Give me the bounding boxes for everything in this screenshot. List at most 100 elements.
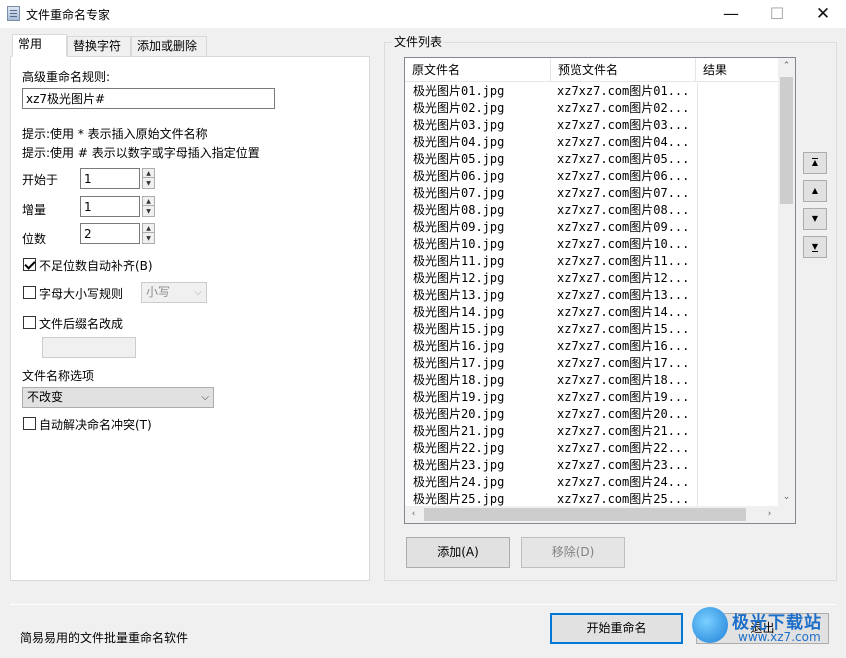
spin-up-icon[interactable]: ▲ [143, 169, 154, 178]
spin-down-icon[interactable]: ▼ [143, 207, 154, 216]
table-row[interactable]: 极光图片03.jpg xz7xz7.com图片03... [405, 117, 778, 134]
result-cell [697, 406, 777, 423]
original-name-cell: 极光图片15.jpg [413, 322, 505, 336]
digits-input[interactable] [80, 223, 140, 244]
start-spinner[interactable]: ▲ ▼ [142, 168, 155, 189]
preview-name-cell: xz7xz7.com图片15... [557, 322, 690, 336]
ext-input[interactable] [42, 337, 136, 358]
original-name-cell: 极光图片21.jpg [413, 424, 505, 438]
original-name-cell: 极光图片09.jpg [413, 220, 505, 234]
tab-add-or-delete[interactable]: 添加或删除 [131, 36, 207, 57]
remove-button[interactable]: 移除(D) [521, 537, 625, 568]
table-row[interactable]: 极光图片24.jpg xz7xz7.com图片24... [405, 474, 778, 491]
digits-spinner[interactable]: ▲ ▼ [142, 223, 155, 244]
table-row[interactable]: 极光图片12.jpg xz7xz7.com图片12... [405, 270, 778, 287]
table-row[interactable]: 极光图片06.jpg xz7xz7.com图片06... [405, 168, 778, 185]
tab-replace-chars[interactable]: 替换字符 [67, 36, 131, 57]
chevron-down-icon: ⌵ [201, 392, 209, 403]
name-option-value: 不改变 [27, 390, 64, 404]
file-list-view[interactable]: 原文件名 预览文件名 结果 极光图片01.jpg xz7xz7.com图片01..… [404, 57, 796, 524]
original-name-cell: 极光图片16.jpg [413, 339, 505, 353]
digits-label: 位数 [22, 232, 47, 246]
original-name-cell: 极光图片19.jpg [413, 390, 505, 404]
preview-name-cell: xz7xz7.com图片01... [557, 84, 690, 98]
table-row[interactable]: 极光图片11.jpg xz7xz7.com图片11... [405, 253, 778, 270]
scroll-right-icon[interactable]: › [761, 506, 778, 523]
result-cell [697, 440, 777, 457]
status-text: 简易易用的文件批量重命名软件 [20, 631, 189, 645]
step-spinner[interactable]: ▲ ▼ [142, 196, 155, 217]
table-row[interactable]: 极光图片13.jpg xz7xz7.com图片13... [405, 287, 778, 304]
scroll-left-icon[interactable]: ‹ [405, 506, 422, 523]
preview-name-cell: xz7xz7.com图片17... [557, 356, 690, 370]
table-row[interactable]: 极光图片08.jpg xz7xz7.com图片08... [405, 202, 778, 219]
title-bar: 文件重命名专家 — ☐ ✕ [0, 0, 846, 28]
result-cell [697, 321, 777, 338]
result-cell [697, 355, 777, 372]
pad-digits-checkbox[interactable] [23, 258, 36, 271]
table-row[interactable]: 极光图片17.jpg xz7xz7.com图片17... [405, 355, 778, 372]
scroll-up-icon[interactable]: ⌃ [778, 58, 795, 75]
table-row[interactable]: 极光图片07.jpg xz7xz7.com图片07... [405, 185, 778, 202]
table-row[interactable]: 极光图片02.jpg xz7xz7.com图片02... [405, 100, 778, 117]
step-input[interactable] [80, 196, 140, 217]
table-row[interactable]: 极光图片14.jpg xz7xz7.com图片14... [405, 304, 778, 321]
table-row[interactable]: 极光图片20.jpg xz7xz7.com图片20... [405, 406, 778, 423]
column-result[interactable]: 结果 [696, 58, 778, 82]
table-row[interactable]: 极光图片09.jpg xz7xz7.com图片09... [405, 219, 778, 236]
horizontal-scrollbar[interactable]: ‹ › [405, 506, 778, 523]
original-name-cell: 极光图片22.jpg [413, 441, 505, 455]
vertical-scrollbar[interactable]: ⌃ ⌄ [778, 58, 795, 506]
maximize-button[interactable]: ☐ [754, 0, 800, 28]
result-cell [697, 151, 777, 168]
ext-change-checkbox[interactable] [23, 316, 36, 329]
auto-conflict-checkbox[interactable] [23, 417, 36, 430]
spin-down-icon[interactable]: ▼ [143, 234, 154, 243]
start-rename-button[interactable]: 开始重命名 [550, 613, 683, 644]
table-row[interactable]: 极光图片19.jpg xz7xz7.com图片19... [405, 389, 778, 406]
rename-rule-input[interactable] [22, 88, 275, 109]
table-row[interactable]: 极光图片23.jpg xz7xz7.com图片23... [405, 457, 778, 474]
result-cell [697, 287, 777, 304]
original-name-cell: 极光图片04.jpg [413, 135, 505, 149]
preview-name-cell: xz7xz7.com图片04... [557, 135, 690, 149]
move-up-button[interactable]: ▲ [803, 180, 827, 202]
close-button[interactable]: ✕ [800, 0, 846, 28]
spin-down-icon[interactable]: ▼ [143, 179, 154, 188]
scroll-corner [778, 506, 795, 523]
table-row[interactable]: 极光图片04.jpg xz7xz7.com图片04... [405, 134, 778, 151]
case-rule-checkbox[interactable] [23, 286, 36, 299]
move-bottom-button[interactable]: ▼ [803, 236, 827, 258]
move-up-icon: ▲ [811, 186, 819, 195]
table-row[interactable]: 极光图片01.jpg xz7xz7.com图片01... [405, 83, 778, 100]
spin-up-icon[interactable]: ▲ [143, 197, 154, 206]
table-row[interactable]: 极光图片16.jpg xz7xz7.com图片16... [405, 338, 778, 355]
vertical-scroll-thumb[interactable] [780, 77, 793, 204]
name-option-select[interactable]: 不改变 ⌵ [22, 387, 214, 408]
result-cell [697, 134, 777, 151]
move-top-button[interactable]: ▲ [803, 152, 827, 174]
auto-conflict-label: 自动解决命名冲突(T) [39, 418, 152, 432]
start-input[interactable] [80, 168, 140, 189]
spin-up-icon[interactable]: ▲ [143, 224, 154, 233]
table-row[interactable]: 极光图片15.jpg xz7xz7.com图片15... [405, 321, 778, 338]
preview-name-cell: xz7xz7.com图片16... [557, 339, 690, 353]
column-original-name[interactable]: 原文件名 [405, 58, 551, 82]
horizontal-scroll-thumb[interactable] [424, 508, 746, 521]
move-down-icon: ▼ [811, 214, 819, 223]
case-rule-select[interactable]: 小写 ⌵ [141, 282, 207, 303]
result-cell [697, 100, 777, 117]
result-cell [697, 338, 777, 355]
start-label: 开始于 [22, 173, 59, 187]
add-button[interactable]: 添加(A) [406, 537, 510, 568]
table-row[interactable]: 极光图片21.jpg xz7xz7.com图片21... [405, 423, 778, 440]
table-row[interactable]: 极光图片10.jpg xz7xz7.com图片10... [405, 236, 778, 253]
tab-general[interactable]: 常用 [12, 34, 67, 57]
minimize-button[interactable]: — [708, 0, 754, 28]
column-preview-name[interactable]: 预览文件名 [551, 58, 696, 82]
table-row[interactable]: 极光图片18.jpg xz7xz7.com图片18... [405, 372, 778, 389]
table-row[interactable]: 极光图片05.jpg xz7xz7.com图片05... [405, 151, 778, 168]
scroll-down-icon[interactable]: ⌄ [778, 489, 795, 506]
move-down-button[interactable]: ▼ [803, 208, 827, 230]
table-row[interactable]: 极光图片22.jpg xz7xz7.com图片22... [405, 440, 778, 457]
